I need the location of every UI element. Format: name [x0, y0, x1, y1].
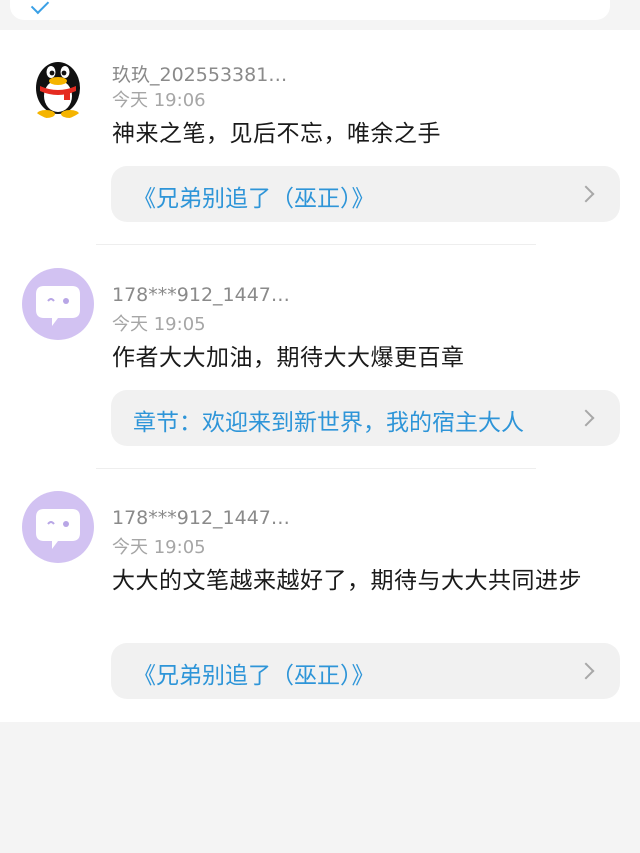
chevron-icon — [30, 0, 50, 15]
chat-bubble-avatar[interactable] — [22, 268, 94, 340]
chapter-link[interactable]: 章节：欢迎来到新世界，我的宿主大人 — [111, 390, 620, 446]
chat-bubble-icon — [36, 286, 80, 326]
book-link[interactable]: 《兄弟别追了（巫正）》 — [111, 166, 620, 222]
divider — [96, 468, 536, 469]
book-link-title: 《兄弟别追了（巫正）》 — [133, 663, 375, 689]
chat-bubble-avatar[interactable] — [22, 491, 94, 563]
comment-text: 神来之笔，见后不忘，唯余之手 — [112, 121, 441, 147]
comment-time: 今天 19:05 — [112, 314, 206, 335]
chat-bubble-icon — [36, 509, 80, 549]
comment-text: 作者大大加油，期待大大爆更百章 — [112, 345, 465, 371]
comment-time: 今天 19:06 — [112, 90, 206, 111]
divider — [96, 244, 536, 245]
comment-username[interactable]: 178***912_1447… — [112, 284, 290, 306]
book-link-title: 《兄弟别追了（巫正）》 — [133, 186, 375, 212]
penguin-icon — [36, 62, 80, 118]
chevron-right-icon — [577, 409, 595, 427]
comment-username[interactable]: 玖玖_202553381… — [112, 60, 287, 87]
comment-username[interactable]: 178***912_1447… — [112, 507, 290, 529]
qq-penguin-avatar[interactable] — [22, 48, 94, 120]
book-link[interactable]: 《兄弟别追了（巫正）》 — [111, 643, 620, 699]
comment-time: 今天 19:05 — [112, 537, 206, 558]
chapter-link-title: 章节：欢迎来到新世界，我的宿主大人 — [133, 410, 524, 436]
comment-text: 大大的文笔越来越好了，期待与大大共同进步 — [112, 568, 582, 594]
comment-page: 玖玖_202553381… 今天 19:06 神来之笔，见后不忘，唯余之手 《兄… — [0, 0, 640, 853]
comment-list: 玖玖_202553381… 今天 19:06 神来之笔，见后不忘，唯余之手 《兄… — [0, 30, 640, 722]
chevron-right-icon — [577, 185, 595, 203]
previous-card[interactable] — [10, 0, 610, 20]
chevron-right-icon — [577, 662, 595, 680]
